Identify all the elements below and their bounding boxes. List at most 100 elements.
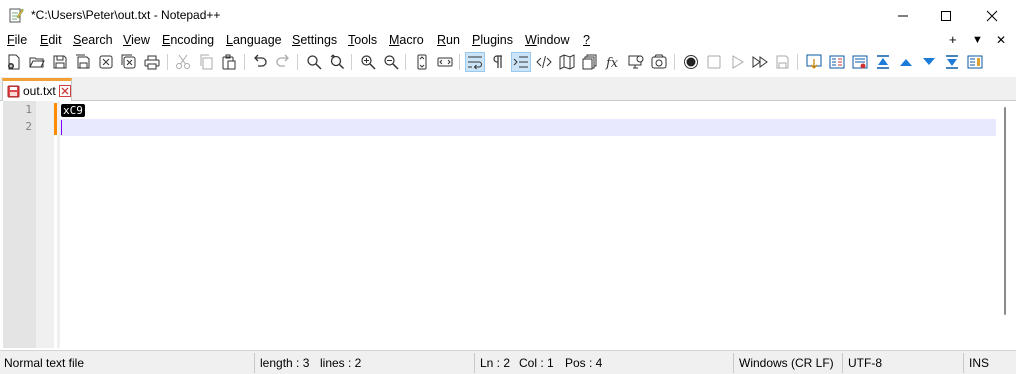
menu-bar: File Edit Search View Encoding Language … xyxy=(0,31,1016,51)
status-encoding[interactable]: UTF-8 xyxy=(848,356,882,370)
paste-icon[interactable] xyxy=(219,52,239,72)
tab-label: out.txt xyxy=(23,84,56,98)
menu-label: ettings xyxy=(300,33,338,47)
folder-as-workspace-icon[interactable] xyxy=(649,52,669,72)
menu-file[interactable]: File xyxy=(7,33,27,47)
run-macro-multiple-icon[interactable] xyxy=(750,52,770,72)
menu-accel: W xyxy=(525,33,537,47)
fold-margin xyxy=(57,101,60,348)
notepad-plus-plus-icon xyxy=(9,8,24,23)
menu-label: ile xyxy=(14,33,28,47)
menu-run[interactable]: Run xyxy=(437,33,460,47)
last-diff-icon[interactable] xyxy=(942,52,962,72)
new-file-icon[interactable] xyxy=(4,52,24,72)
line-number: 2 xyxy=(25,120,32,133)
maximize-icon xyxy=(941,10,951,21)
monitoring-icon[interactable] xyxy=(626,52,646,72)
new-tab-button[interactable]: + xyxy=(949,32,957,47)
minimize-icon xyxy=(898,15,908,16)
stop-recording-icon[interactable] xyxy=(704,52,724,72)
status-lines: lines : 2 xyxy=(320,356,362,370)
unsaved-file-icon xyxy=(7,85,20,97)
menu-edit[interactable]: Edit xyxy=(40,33,62,47)
toolbar-separator xyxy=(405,54,406,70)
status-separator xyxy=(842,353,843,373)
compare-icon[interactable] xyxy=(804,52,824,72)
close-icon[interactable] xyxy=(96,52,116,72)
prev-diff-icon[interactable] xyxy=(896,52,916,72)
undo-icon[interactable] xyxy=(250,52,270,72)
menu-encoding[interactable]: Encoding xyxy=(162,33,214,47)
status-separator xyxy=(733,353,734,373)
vertical-scrollbar[interactable] xyxy=(996,101,1016,348)
menu-plugins[interactable]: Plugins xyxy=(472,33,513,47)
tab-bar: out.txt xyxy=(0,77,1016,101)
function-list-icon[interactable]: fx xyxy=(603,52,623,72)
toolbar-separator xyxy=(297,54,298,70)
scrollbar-thumb[interactable] xyxy=(1004,107,1006,315)
status-insert-mode[interactable]: INS xyxy=(969,356,989,370)
show-all-characters-icon[interactable] xyxy=(488,52,508,72)
status-separator xyxy=(963,353,964,373)
find-icon[interactable] xyxy=(304,52,324,72)
copy-icon[interactable] xyxy=(196,52,216,72)
menu-accel: ? xyxy=(583,33,590,47)
line-number: 1 xyxy=(25,103,32,116)
menu-help[interactable]: ? xyxy=(583,33,590,47)
document-list-icon[interactable] xyxy=(580,52,600,72)
nav-bar-icon[interactable] xyxy=(965,52,985,72)
menu-label: lugins xyxy=(480,33,514,47)
play-macro-icon[interactable] xyxy=(727,52,747,72)
menu-language[interactable]: Language xyxy=(226,33,282,47)
minimize-button[interactable] xyxy=(880,0,926,31)
tab-out-txt[interactable]: out.txt xyxy=(2,78,72,101)
compare-prev-icon[interactable] xyxy=(850,52,870,72)
menu-search[interactable]: Search xyxy=(73,33,113,47)
toolbar-separator xyxy=(244,54,245,70)
editor-area[interactable]: 1 2 xC9 xyxy=(0,101,1016,348)
tab-list-button[interactable]: ▼ xyxy=(972,34,983,46)
sync-horizontal-icon[interactable] xyxy=(435,52,455,72)
save-all-icon[interactable] xyxy=(73,52,93,72)
open-file-icon[interactable] xyxy=(27,52,47,72)
word-wrap-icon[interactable] xyxy=(465,52,485,72)
status-separator xyxy=(254,353,255,373)
close-all-icon[interactable] xyxy=(119,52,139,72)
sync-vertical-icon[interactable] xyxy=(412,52,432,72)
print-icon[interactable] xyxy=(142,52,162,72)
fold-margin xyxy=(36,101,54,348)
save-icon[interactable] xyxy=(50,52,70,72)
redo-icon[interactable] xyxy=(273,52,293,72)
record-macro-icon[interactable] xyxy=(681,52,701,72)
next-diff-icon[interactable] xyxy=(919,52,939,72)
zoom-in-icon[interactable] xyxy=(358,52,378,72)
menu-label: ncoding xyxy=(170,33,215,47)
status-eol[interactable]: Windows (CR LF) xyxy=(739,356,834,370)
window-title: *C:\Users\Peter\out.txt - Notepad++ xyxy=(31,8,221,22)
close-window-button[interactable] xyxy=(969,0,1015,31)
first-diff-icon[interactable] xyxy=(873,52,893,72)
cut-icon[interactable] xyxy=(173,52,193,72)
menu-tools[interactable]: Tools xyxy=(348,33,377,47)
tab-close-icon[interactable] xyxy=(58,85,71,97)
menu-macro[interactable]: Macro xyxy=(389,33,424,47)
toolbar-separator xyxy=(351,54,352,70)
close-document-button[interactable]: ✕ xyxy=(996,33,1006,47)
change-history-marker xyxy=(54,103,57,135)
menu-label: dit xyxy=(48,33,62,47)
replace-icon[interactable] xyxy=(327,52,347,72)
menu-settings[interactable]: Settings xyxy=(292,33,337,47)
document-map-icon[interactable] xyxy=(557,52,577,72)
maximize-button[interactable] xyxy=(923,0,969,31)
menu-label: ools xyxy=(354,33,378,47)
status-separator xyxy=(474,353,475,373)
menu-label: iew xyxy=(131,33,150,47)
save-macro-icon[interactable] xyxy=(773,52,793,72)
compare-next-icon[interactable] xyxy=(827,52,847,72)
zoom-out-icon[interactable] xyxy=(381,52,401,72)
menu-view[interactable]: View xyxy=(123,33,150,47)
menu-accel: R xyxy=(437,33,447,47)
indent-guide-icon[interactable] xyxy=(511,52,531,72)
menu-window[interactable]: Window xyxy=(525,33,569,47)
xml-tag-icon[interactable] xyxy=(534,52,554,72)
